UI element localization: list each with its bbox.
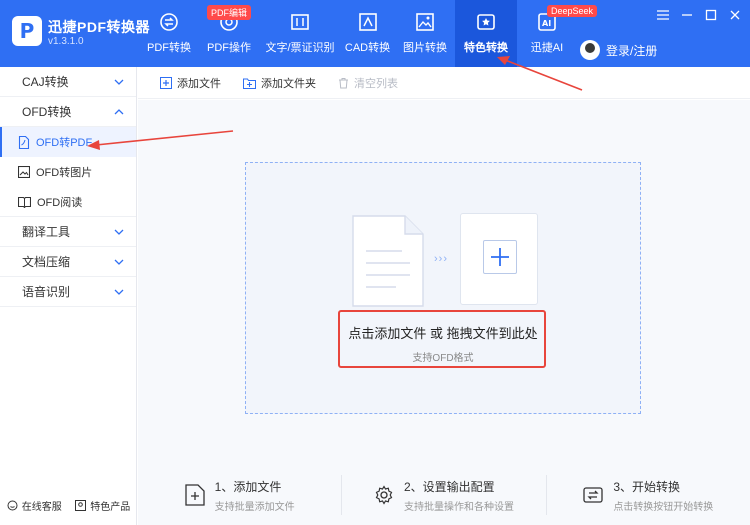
sidebar-group-ofd[interactable]: OFD转换 xyxy=(0,97,136,127)
sidebar-group-caj[interactable]: CAJ转换 xyxy=(0,67,136,97)
pdf-convert-icon xyxy=(160,13,178,31)
chevron-down-icon xyxy=(114,289,124,295)
cad-icon xyxy=(358,13,377,31)
nav-ocr[interactable]: 文字/票证识别 xyxy=(260,0,340,67)
add-file-button[interactable]: 添加文件 xyxy=(160,75,221,91)
step-add-file: 1、添加文件 支持批量添加文件 xyxy=(138,475,343,515)
add-file-icon xyxy=(185,484,205,506)
sidebar-group-label: 文档压缩 xyxy=(22,255,71,269)
close-icon[interactable] xyxy=(728,8,742,22)
step-start-convert: 3、开始转换 点击转换按钮开始转换 xyxy=(547,475,750,515)
svg-text:AI: AI xyxy=(542,19,551,28)
title-bar: P 迅捷PDF转换器 v1.3.1.0 PDF转换 PDF编辑 PDF操作 文字… xyxy=(0,0,750,67)
window-controls xyxy=(656,8,742,22)
pdf-file-icon xyxy=(18,135,30,149)
deepseek-badge: DeepSeek xyxy=(547,5,598,17)
steps-bar: 1、添加文件 支持批量添加文件 2、设置输出配置 支持批量操作和各种设置 3、开… xyxy=(138,475,750,515)
dropzone-subtitle: 支持OFD格式 xyxy=(412,353,474,364)
nav-image[interactable]: 图片转换 xyxy=(395,0,455,67)
nav-cad[interactable]: CAD转换 xyxy=(340,0,395,67)
step-subtitle: 点击转换按钮开始转换 xyxy=(613,501,714,513)
sidebar: CAJ转换 OFD转换 OFD转PDF OFD转图片 OFD阅读 翻译工具 文档… xyxy=(0,67,137,525)
main-panel: ››› 点击添加文件 或 拖拽文件到此处 支持OFD格式 1、添加文件 支持批量… xyxy=(138,100,750,525)
sidebar-item-ofd-read[interactable]: OFD阅读 xyxy=(0,187,136,217)
nav-label: 文字/票证识别 xyxy=(265,42,335,54)
step-output-config: 2、设置输出配置 支持批量操作和各种设置 xyxy=(342,475,547,515)
step-subtitle: 支持批量添加文件 xyxy=(214,501,295,513)
sidebar-item-ofd-to-pdf[interactable]: OFD转PDF xyxy=(0,127,136,157)
sidebar-item-label: OFD转PDF xyxy=(36,137,93,149)
arrows-icon: ››› xyxy=(434,253,448,265)
add-folder-icon xyxy=(243,78,256,89)
image-file-icon xyxy=(18,166,30,178)
clear-list-button[interactable]: 清空列表 xyxy=(338,75,398,91)
minimize-icon[interactable] xyxy=(680,8,694,22)
nav-label: PDF操作 xyxy=(207,42,251,54)
nav-pdf-operate[interactable]: PDF编辑 PDF操作 xyxy=(198,0,260,67)
app-version: v1.3.1.0 xyxy=(48,36,84,47)
sidebar-group-label: 语音识别 xyxy=(22,285,71,299)
nav-label: 图片转换 xyxy=(403,42,447,54)
sidebar-item-ofd-to-image[interactable]: OFD转图片 xyxy=(0,157,136,187)
trash-icon xyxy=(339,77,348,88)
gear-icon xyxy=(375,485,393,505)
login-register[interactable]: 登录/注册 xyxy=(580,40,657,60)
file-toolbar: 添加文件 添加文件夹 清空列表 xyxy=(138,67,750,99)
avatar xyxy=(580,40,600,60)
sidebar-group-compress[interactable]: 文档压缩 xyxy=(0,247,136,277)
nav-label: 迅捷AI xyxy=(530,42,564,54)
ocr-icon xyxy=(291,14,309,30)
add-folder-button[interactable]: 添加文件夹 xyxy=(243,75,316,91)
sidebar-item-label: OFD阅读 xyxy=(37,196,83,209)
document-icon xyxy=(352,215,424,307)
step-title: 1、添加文件 xyxy=(214,479,282,494)
book-icon xyxy=(18,196,31,208)
add-file-icon xyxy=(160,76,172,89)
chevron-down-icon xyxy=(114,259,124,265)
sidebar-group-label: CAJ转换 xyxy=(22,75,69,89)
plus-icon xyxy=(483,240,517,274)
sidebar-group-label: 翻译工具 xyxy=(22,225,71,239)
step-title: 2、设置输出配置 xyxy=(403,479,495,494)
maximize-icon[interactable] xyxy=(704,8,718,22)
image-icon xyxy=(416,13,434,31)
file-dropzone[interactable]: ››› 点击添加文件 或 拖拽文件到此处 支持OFD格式 xyxy=(245,162,641,414)
main-nav: PDF转换 PDF编辑 PDF操作 文字/票证识别 CAD转换 图片转换 特色转… xyxy=(140,0,598,67)
online-service-button[interactable]: 在线客服 xyxy=(7,498,62,513)
nav-label: PDF转换 xyxy=(147,42,191,54)
sidebar-group-translate[interactable]: 翻译工具 xyxy=(0,217,136,247)
add-file-placeholder xyxy=(460,213,538,305)
sidebar-item-label: OFD转图片 xyxy=(36,167,93,179)
headset-icon xyxy=(7,500,18,511)
step-title: 3、开始转换 xyxy=(613,479,680,494)
nav-special-convert[interactable]: 特色转换 xyxy=(455,0,517,67)
convert-icon xyxy=(583,487,603,503)
nav-label: 特色转换 xyxy=(464,42,508,54)
product-icon xyxy=(75,500,87,511)
sidebar-group-speech[interactable]: 语音识别 xyxy=(0,277,136,307)
sidebar-footer: 在线客服 特色产品 xyxy=(0,498,137,513)
pdf-edit-badge: PDF编辑 xyxy=(206,5,251,20)
step-subtitle: 支持批量操作和各种设置 xyxy=(403,501,514,513)
app-logo: P xyxy=(12,16,42,46)
nav-label: CAD转换 xyxy=(344,42,391,54)
dropzone-title: 点击添加文件 或 拖拽文件到此处 xyxy=(348,326,538,341)
login-label: 登录/注册 xyxy=(606,43,658,58)
chevron-down-icon xyxy=(114,229,124,235)
nav-pdf-convert[interactable]: PDF转换 xyxy=(140,0,198,67)
app-name: 迅捷PDF转换器 xyxy=(48,19,150,35)
special-convert-icon xyxy=(477,14,495,30)
sidebar-group-label: OFD转换 xyxy=(22,105,72,119)
chevron-up-icon xyxy=(114,108,124,114)
chevron-down-icon xyxy=(114,79,124,85)
menu-icon[interactable] xyxy=(656,8,670,22)
featured-products-button[interactable]: 特色产品 xyxy=(75,498,130,513)
nav-ai[interactable]: DeepSeek AI 迅捷AI xyxy=(517,0,598,67)
